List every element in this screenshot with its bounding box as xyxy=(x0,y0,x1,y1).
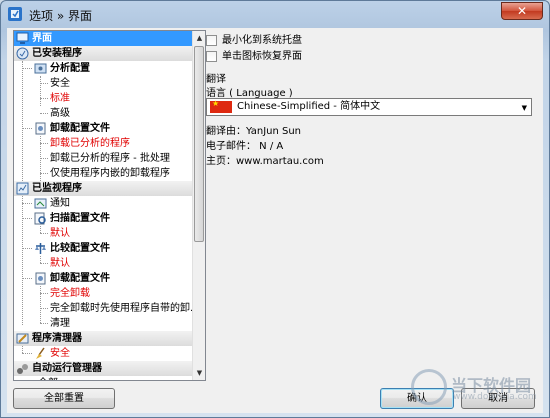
settings-tree[interactable]: 界面 已安装程序 分析配置 安全 标准 高级 卸载配置文件 卸载已分析的程序 卸… xyxy=(13,30,206,381)
language-select[interactable]: ★ Chinese-Simplified - 简体中文 ▼ xyxy=(206,98,532,116)
title-bar[interactable]: 选项 » 界面 ✕ xyxy=(1,1,549,27)
uninstall-profile-icon xyxy=(35,272,46,285)
tree-scrollbar[interactable]: ▲ ▼ xyxy=(192,31,205,380)
tree-section-interface[interactable]: 界面 xyxy=(14,31,193,46)
chevron-down-icon[interactable]: ▼ xyxy=(522,101,527,115)
tree-section-label: 已安装程序 xyxy=(32,48,82,59)
node-label: 比较配置文件 xyxy=(50,243,110,254)
node-label: 分析配置 xyxy=(50,63,90,74)
homepage-info: 主页：www.martau.com xyxy=(206,156,324,167)
restore-on-click-checkbox[interactable] xyxy=(206,51,217,62)
tree-section-label: 程序清理器 xyxy=(32,333,82,344)
analysis-icon xyxy=(34,63,47,74)
compare-icon xyxy=(35,243,46,254)
watermark: 当下软件园 www.downxia.com xyxy=(411,369,537,409)
scan-icon xyxy=(34,212,46,225)
china-flag-icon: ★ xyxy=(210,99,232,113)
node-label: 卸载配置文件 xyxy=(50,123,110,134)
tree-section-autorun[interactable]: 自动运行管理器 xyxy=(14,361,193,376)
item-label: 标准 xyxy=(50,93,70,104)
translator-info: 翻译由：YanJun Sun xyxy=(206,126,302,137)
scroll-thumb[interactable] xyxy=(194,46,204,242)
checkbox-label: 单击图标恢复界面 xyxy=(222,51,302,62)
item-label: 默认 xyxy=(50,258,70,269)
item-label: 卸载已分析的程序 - 批处理 xyxy=(50,153,170,164)
item-label: 卸载已分析的程序 xyxy=(50,138,130,149)
scroll-down-icon[interactable]: ▼ xyxy=(193,366,205,380)
language-label: 语言 ( Language ) xyxy=(206,88,293,99)
minimize-to-tray-checkbox[interactable] xyxy=(206,35,217,46)
checkbox-label: 最小化到系统托盘 xyxy=(222,35,302,46)
item-label: 完全卸载时先使用程序自带的卸... xyxy=(50,303,193,314)
dialog-client: 界面 已安装程序 分析配置 安全 标准 高级 卸载配置文件 卸载已分析的程序 卸… xyxy=(7,28,543,413)
uninstall-profile-icon xyxy=(35,122,46,135)
item-label: 清理 xyxy=(50,318,70,329)
tree-section-label: 界面 xyxy=(32,33,52,44)
options-window: 选项 » 界面 ✕ 界面 已安装程序 分析配置 安全 标准 高级 卸载配置文件 … xyxy=(0,0,550,418)
email-info: 电子邮件： N / A xyxy=(206,141,284,152)
cleaner-icon xyxy=(16,333,29,344)
watermark-url: www.downxia.com xyxy=(453,392,537,402)
watched-program-icon xyxy=(16,182,29,195)
close-button[interactable]: ✕ xyxy=(501,2,543,20)
tree-section-watched[interactable]: 已监视程序 xyxy=(14,181,193,196)
reset-all-button[interactable]: 全部重置 xyxy=(13,388,115,409)
node-label: 扫描配置文件 xyxy=(50,213,110,224)
item-label: 高级 xyxy=(50,108,70,119)
item-label: 完全卸载 xyxy=(50,288,90,299)
broom-icon xyxy=(36,347,45,359)
node-label: 卸载配置文件 xyxy=(50,273,110,284)
notify-icon xyxy=(34,198,47,209)
item-label: 默认 xyxy=(50,228,70,239)
installer-icon xyxy=(16,47,29,60)
app-icon xyxy=(8,7,22,21)
item-label: 全部 xyxy=(38,376,58,380)
window-title: 选项 » 界面 xyxy=(29,9,92,23)
tree-content: 界面 已安装程序 分析配置 安全 标准 高级 卸载配置文件 卸载已分析的程序 卸… xyxy=(14,31,193,380)
selected-language: Chinese-Simplified - 简体中文 xyxy=(237,101,381,112)
tree-section-label: 自动运行管理器 xyxy=(32,363,102,374)
watermark-logo-icon xyxy=(411,369,447,405)
scroll-up-icon[interactable]: ▲ xyxy=(193,31,205,45)
autorun-icon xyxy=(17,364,28,374)
close-icon: ✕ xyxy=(516,4,528,18)
tree-section-cleaner[interactable]: 程序清理器 xyxy=(14,331,193,346)
tree-section-label: 已监视程序 xyxy=(32,183,82,194)
node-label: 通知 xyxy=(50,198,70,209)
group-title: 翻译 xyxy=(206,74,226,85)
tree-section-installed[interactable]: 已安装程序 xyxy=(14,46,193,61)
monitor-icon xyxy=(16,32,29,44)
item-label: 安全 xyxy=(50,78,70,89)
node-label: 安全 xyxy=(50,348,70,359)
item-label: 仅使用程序内嵌的卸载程序 xyxy=(50,168,170,179)
translation-group: 翻译 语言 ( Language ) ★ Chinese-Simplified … xyxy=(206,70,532,167)
